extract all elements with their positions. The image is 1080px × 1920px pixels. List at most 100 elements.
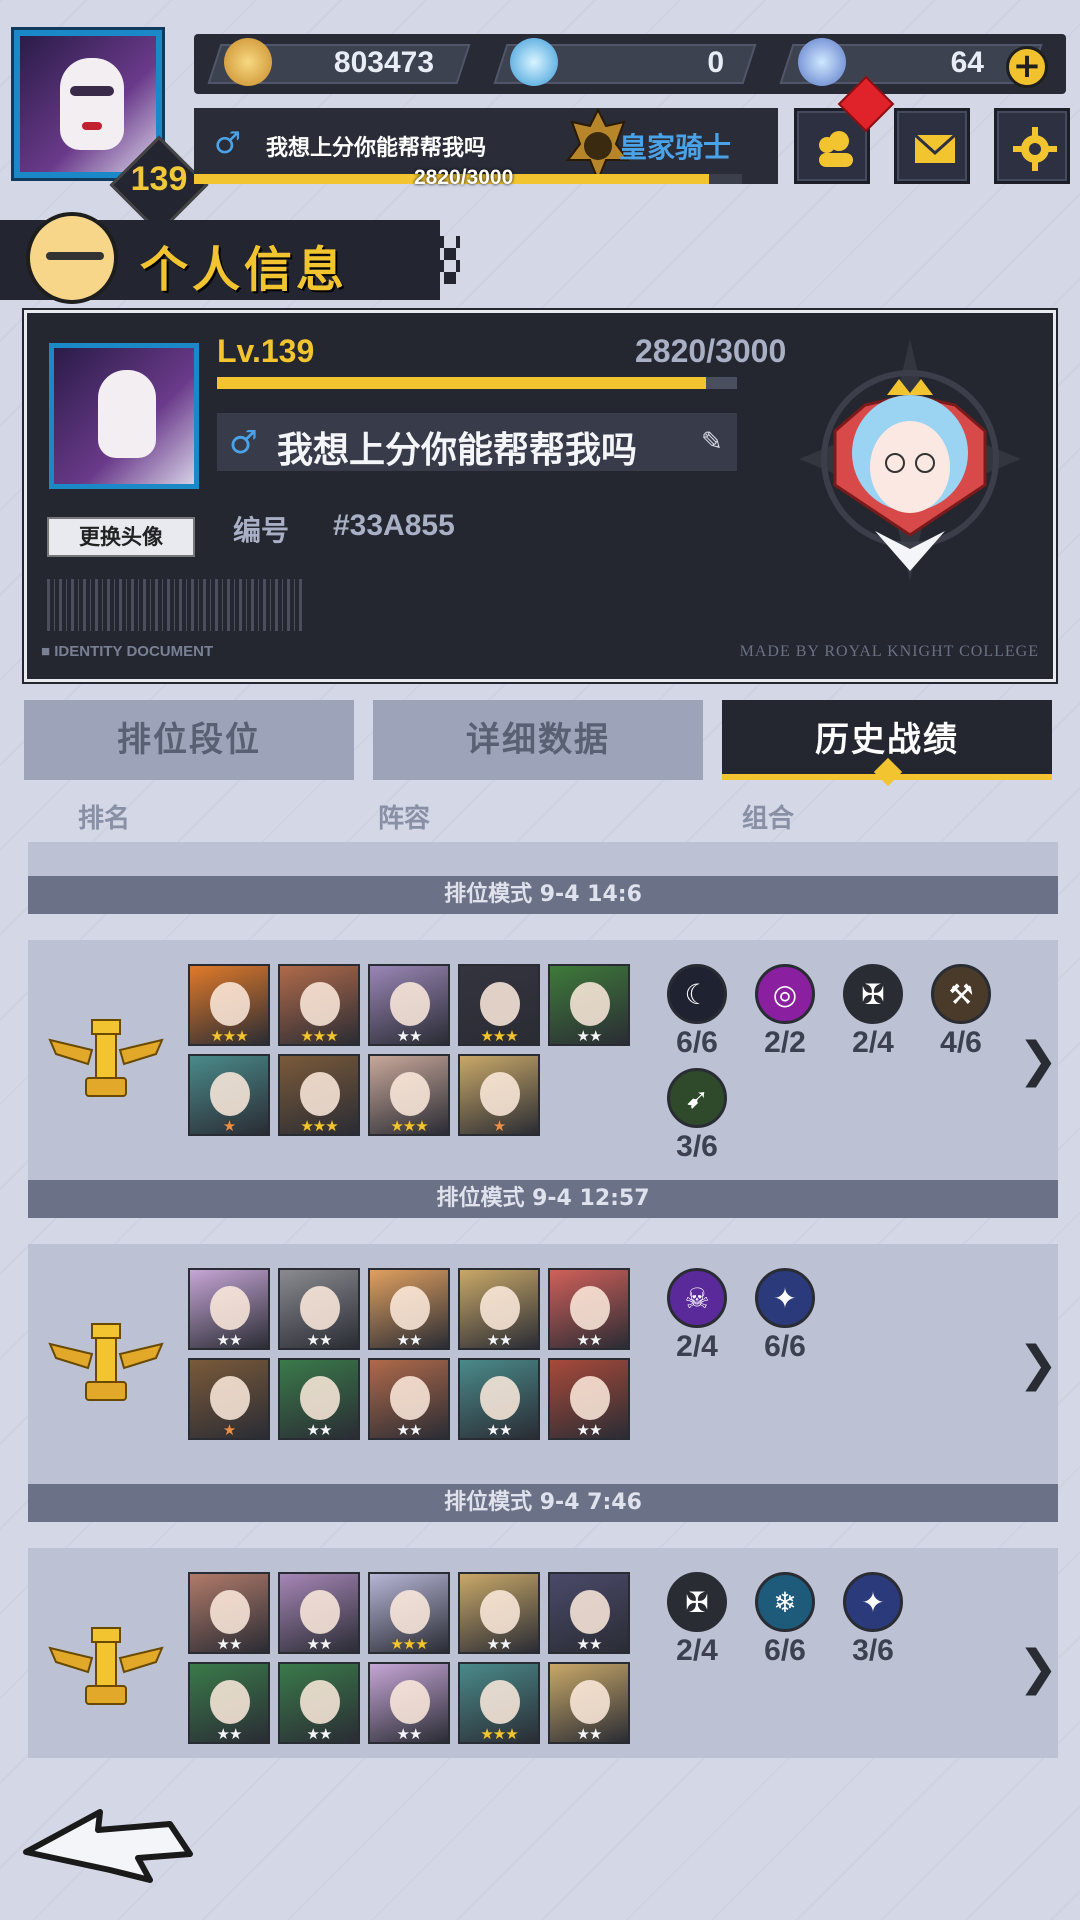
champion-star-rating: ★★★	[300, 1027, 338, 1045]
champion-portrait[interactable]: ★★	[368, 1268, 450, 1350]
match-record[interactable]: ★★ ★★ ★★★ ★★ ★★ ★★ ★★ ★★ ★★★ ★★ ✠ 2/4 ❄ 6/6 ✦ 3/6 ❯	[28, 1548, 1058, 1758]
back-arrow-icon[interactable]	[20, 1798, 200, 1888]
champion-portrait[interactable]: ★★	[548, 1572, 630, 1654]
champion-portrait[interactable]: ★★	[188, 1572, 270, 1654]
trait-count: 2/2	[764, 1026, 806, 1059]
champion-portrait[interactable]: ★	[188, 1358, 270, 1440]
champion-star-rating: ★★★	[480, 1725, 518, 1743]
champion-star-rating: ★	[222, 1117, 236, 1135]
trait-count: 4/6	[940, 1026, 982, 1059]
column-header-combo: 组合	[742, 804, 795, 834]
trait[interactable]: ☾ 6/6	[664, 964, 730, 1060]
trait[interactable]: ☠ 2/4	[664, 1268, 730, 1364]
champion-portrait[interactable]: ★★	[278, 1662, 360, 1744]
champion-star-rating: ★★★	[210, 1027, 248, 1045]
champion-portrait[interactable]: ★★★	[458, 1662, 540, 1744]
trait-count: 3/6	[852, 1634, 894, 1667]
champion-portrait[interactable]: ★	[188, 1054, 270, 1136]
champion-face	[480, 1376, 520, 1420]
champion-portrait[interactable]: ★★	[278, 1268, 360, 1350]
champion-star-rating: ★★	[576, 1027, 603, 1045]
champion-star-rating: ★★	[396, 1027, 423, 1045]
champion-portrait[interactable]: ★★	[188, 1268, 270, 1350]
champion-portrait[interactable]: ★★	[548, 1268, 630, 1350]
champion-portrait[interactable]: ★★	[548, 1662, 630, 1744]
settings-button[interactable]	[994, 108, 1070, 184]
spiral-icon: ◎	[755, 964, 815, 1024]
trait[interactable]: ✦ 6/6	[752, 1268, 818, 1364]
champion-face	[390, 1680, 430, 1724]
id-number-value: #33A855	[333, 509, 455, 542]
hammer-icon: ⚒	[931, 964, 991, 1024]
champion-portrait[interactable]: ★★★	[368, 1572, 450, 1654]
edit-icon[interactable]: ✎	[701, 427, 723, 457]
match-history-list[interactable]: 排位模式 9-4 14:6 ★★★ ★★★ ★★ ★★★ ★★ ★ ★★★ ★★★ ★ ☾ 6/6 ◎ 2…	[28, 842, 1058, 1758]
champion-star-rating: ★★★	[300, 1117, 338, 1135]
champion-star-rating: ★★	[486, 1635, 513, 1653]
champion-portrait[interactable]: ★★	[368, 1358, 450, 1440]
chevron-right-icon[interactable]: ❯	[1018, 1640, 1058, 1696]
champion-face	[570, 982, 610, 1026]
champion-star-rating: ★★★	[480, 1027, 518, 1045]
champion-portrait[interactable]: ★★	[548, 964, 630, 1046]
trait[interactable]: ◎ 2/2	[752, 964, 818, 1060]
champion-portrait[interactable]: ★★	[368, 964, 450, 1046]
blue-wing-icon: ✦	[843, 1572, 903, 1632]
champion-star-rating: ★★	[216, 1635, 243, 1653]
match-mode-time: 排位模式 9-4 14:6	[28, 876, 1058, 914]
trait-count: 2/4	[852, 1026, 894, 1059]
trait[interactable]: ➹ 3/6	[664, 1068, 730, 1164]
id-name-box[interactable]: ♂ 我想上分你能帮帮我吗 ✎	[217, 413, 737, 471]
champion-portrait[interactable]: ★★	[278, 1358, 360, 1440]
resource-bar: 803473 0 64	[194, 34, 1066, 94]
champion-portrait[interactable]: ★★	[548, 1358, 630, 1440]
id-exp-text: 2820/3000	[635, 333, 787, 369]
change-avatar-button[interactable]: 更换头像	[47, 517, 195, 557]
male-gender-icon: ♂	[229, 423, 258, 461]
match-record[interactable]: ★★ ★★ ★★ ★★ ★★ ★ ★★ ★★ ★★ ★★ ☠ 2/4 ✦ 6/6 ❯	[28, 1244, 1058, 1484]
tab-rank-tier[interactable]: 排位段位	[24, 700, 354, 780]
champion-portrait[interactable]: ★★★	[278, 1054, 360, 1136]
match-record-partial[interactable]	[28, 842, 1058, 876]
champion-portrait[interactable]: ★★★	[368, 1054, 450, 1136]
gold-rook-trophy-icon	[48, 1019, 164, 1097]
barcode-decoration	[47, 579, 303, 631]
champion-portrait[interactable]: ★★	[458, 1268, 540, 1350]
match-record[interactable]: ★★★ ★★★ ★★ ★★★ ★★ ★ ★★★ ★★★ ★ ☾ 6/6 ◎ 2/2 ✠ 2/4 ⚒ 4/6 ➹ 3/…	[28, 940, 1058, 1180]
trait[interactable]: ❄ 6/6	[752, 1572, 818, 1668]
trait-count: 6/6	[764, 1330, 806, 1363]
champion-face	[390, 1376, 430, 1420]
chevron-right-icon[interactable]: ❯	[1018, 1032, 1058, 1088]
champion-star-rating: ★★★	[390, 1635, 428, 1653]
column-header-lineup: 阵容	[378, 804, 431, 834]
mail-button[interactable]	[894, 108, 970, 184]
champion-star-rating: ★★	[396, 1421, 423, 1439]
champion-portrait[interactable]: ★★	[188, 1662, 270, 1744]
hud-exp-text: 2820/3000	[414, 166, 514, 189]
champion-portrait[interactable]: ★★★	[278, 964, 360, 1046]
champion-face	[570, 1680, 610, 1724]
trait[interactable]: ✠ 2/4	[840, 964, 906, 1060]
champion-portrait[interactable]: ★★★	[458, 964, 540, 1046]
id-exp-bar	[217, 377, 737, 389]
champion-portrait[interactable]: ★★	[368, 1662, 450, 1744]
add-tickets-button[interactable]: +	[1006, 46, 1048, 88]
champion-portrait[interactable]: ★	[458, 1054, 540, 1136]
champion-portrait[interactable]: ★★	[278, 1572, 360, 1654]
trait[interactable]: ✦ 3/6	[840, 1572, 906, 1668]
champion-star-rating: ★★	[216, 1725, 243, 1743]
champion-portrait[interactable]: ★★★	[188, 964, 270, 1046]
trait[interactable]: ✠ 2/4	[664, 1572, 730, 1668]
trait-count: 2/4	[676, 1634, 718, 1667]
header-checker-decoration	[396, 236, 460, 284]
tab-detailed-data[interactable]: 详细数据	[373, 700, 703, 780]
personal-info-header: 个人信息	[0, 212, 440, 304]
champion-portrait[interactable]: ★★	[458, 1358, 540, 1440]
champion-face	[390, 1590, 430, 1634]
moon-icon: ☾	[667, 964, 727, 1024]
chevron-right-icon[interactable]: ❯	[1018, 1336, 1058, 1392]
gear-icon	[1013, 127, 1057, 171]
trait[interactable]: ⚒ 4/6	[928, 964, 994, 1060]
champion-face	[300, 1376, 340, 1420]
champion-portrait[interactable]: ★★	[458, 1572, 540, 1654]
